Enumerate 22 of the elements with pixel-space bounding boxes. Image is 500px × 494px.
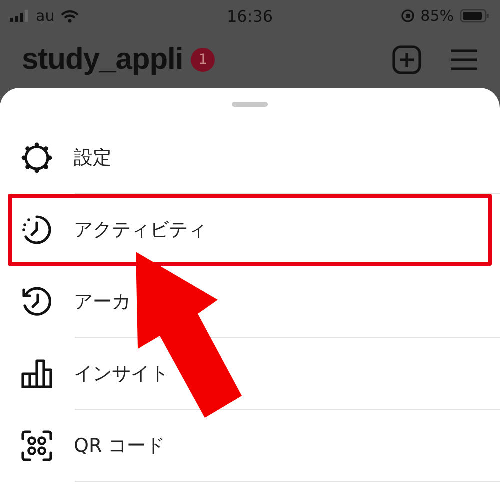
rotation-lock-icon [400,9,415,23]
notification-badge: 1 [191,48,216,72]
battery-percentage: 85% [420,7,454,25]
carrier-name: au [36,7,55,25]
account-name: study_appli [22,43,184,77]
clock-icon [20,213,54,247]
bar-chart-icon [20,357,54,391]
menu-icon[interactable] [450,48,478,72]
qr-code-icon [20,429,54,463]
menu-item[interactable]: 設定 [0,122,500,194]
gear-icon [20,141,54,175]
clock-time: 16:36 [226,6,274,26]
sheet-handle[interactable] [232,102,268,107]
signal-icon [10,10,30,22]
add-icon[interactable] [392,45,422,75]
battery-icon [460,9,490,23]
menu-item[interactable]: アーカ [0,266,500,338]
wifi-icon [60,10,79,22]
menu-item[interactable]: アクティビティ [0,194,500,266]
menu-item[interactable]: QR コード [0,410,500,482]
menu-item[interactable]: インサイト [0,338,500,410]
history-icon [20,285,54,319]
